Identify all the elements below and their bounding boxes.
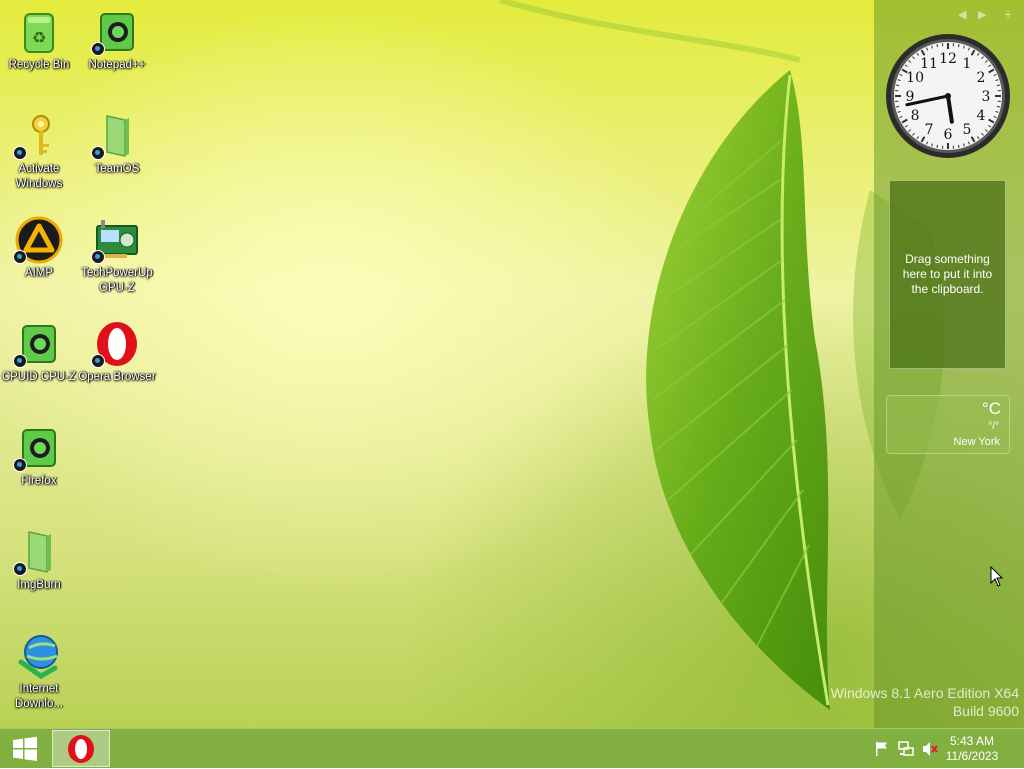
speaker-muted-icon[interactable] xyxy=(922,741,938,757)
sidebar-prev-button[interactable]: ◀ xyxy=(958,8,966,21)
clock-tick xyxy=(958,145,959,148)
desktop-icon-imgburn[interactable]: ImgBurn xyxy=(0,528,78,593)
weather-city: New York xyxy=(954,436,1000,448)
sidebar-add-gadget-button[interactable]: + xyxy=(1004,6,1012,22)
desktop-icon-label: ImgBurn xyxy=(0,578,78,593)
clock-tick xyxy=(997,85,1000,86)
clock-tick xyxy=(937,145,938,148)
opera-icon xyxy=(93,320,141,368)
desktop-icon-label: Activate Windows xyxy=(0,162,78,192)
app-icon xyxy=(15,320,63,368)
clipboard-hint: Drag something here to put it into the c… xyxy=(898,252,998,297)
shortcut-arrow-icon xyxy=(91,42,105,56)
clock-gadget[interactable]: 121234567891011 xyxy=(884,32,1012,160)
start-button[interactable] xyxy=(0,729,50,769)
taskbar-clock[interactable]: 5:43 AM 11/6/2023 xyxy=(942,734,1002,764)
taskbar-date: 11/6/2023 xyxy=(942,749,1002,764)
desktop-icon-internet-download-manager[interactable]: Internet Downlo... xyxy=(0,632,78,712)
desktop-icon-techpowerup-gpu-z[interactable]: TechPowerUp GPU-Z xyxy=(78,216,156,296)
desktop-icon-activate-windows[interactable]: Activate Windows xyxy=(0,112,78,192)
app-icon xyxy=(93,8,141,56)
desktop-icon-label: Internet Downlo... xyxy=(0,682,78,712)
desktop-icon-aimp[interactable]: AIMP xyxy=(0,216,78,281)
clock-number: 12 xyxy=(939,51,957,67)
taskbar-time: 5:43 AM xyxy=(942,734,1002,749)
clipboard-gadget[interactable]: Drag something here to put it into the c… xyxy=(889,180,1006,369)
flag-icon[interactable] xyxy=(875,741,889,757)
clock-number: 10 xyxy=(906,70,924,86)
key-icon xyxy=(15,112,63,160)
shortcut-arrow-icon xyxy=(91,146,105,160)
clock-number: 5 xyxy=(963,122,972,138)
desktop-icon-label: TeamOS xyxy=(78,162,156,177)
shortcut-arrow-icon xyxy=(13,146,27,160)
folder-icon xyxy=(93,112,141,160)
gpu-card-icon xyxy=(93,216,141,264)
desktop-icon-label: Recycle Bin xyxy=(0,58,78,73)
clock-number: 1 xyxy=(963,56,972,72)
desktop-icon-label: Firefox xyxy=(0,474,78,489)
desktop-icon-label: Notepad++ xyxy=(78,58,156,73)
clock-tick xyxy=(937,44,938,47)
app-icon xyxy=(15,424,63,472)
opera-icon xyxy=(66,734,96,764)
svg-text:♻: ♻ xyxy=(32,28,46,47)
taskbar-opera-button[interactable] xyxy=(52,730,110,767)
folder-icon xyxy=(15,528,63,576)
shortcut-arrow-icon xyxy=(13,250,27,264)
clock-number: 6 xyxy=(944,127,953,143)
os-watermark: Windows 8.1 Aero Edition X64 Build 9600 xyxy=(831,684,1019,720)
desktop[interactable]: ♻ Recycle Bin Notepad++ Activate Windows… xyxy=(0,0,1024,728)
weather-range: °/° xyxy=(988,421,999,432)
windows-logo-icon xyxy=(12,736,38,762)
clock-tick xyxy=(997,106,1000,107)
taskbar: 5:43 AM 11/6/2023 xyxy=(0,728,1024,768)
sidebar-next-button[interactable]: ▶ xyxy=(978,8,986,21)
watermark-edition: Windows 8.1 Aero Edition X64 xyxy=(831,684,1019,702)
desktop-icon-notepad-plus-plus[interactable]: Notepad++ xyxy=(78,8,156,73)
shortcut-arrow-icon xyxy=(13,458,27,472)
shortcut-arrow-icon xyxy=(13,354,27,368)
shortcut-arrow-icon xyxy=(13,562,27,576)
watermark-build: Build 9600 xyxy=(831,702,1019,720)
clock-number: 4 xyxy=(976,108,985,124)
clock-number: 11 xyxy=(920,56,938,72)
network-icon[interactable] xyxy=(898,741,914,757)
desktop-icon-recycle-bin[interactable]: ♻ Recycle Bin xyxy=(0,8,78,73)
clock-number: 8 xyxy=(911,108,920,124)
clock-number: 7 xyxy=(925,122,934,138)
shortcut-arrow-icon xyxy=(91,250,105,264)
clock-number: 3 xyxy=(982,89,991,105)
desktop-icon-opera-browser[interactable]: Opera Browser xyxy=(78,320,156,385)
desktop-icon-label: CPUID CPU-Z xyxy=(0,370,78,385)
desktop-icon-label: AIMP xyxy=(0,266,78,281)
mouse-cursor-icon xyxy=(990,566,1004,588)
clock-number: 2 xyxy=(976,70,985,86)
clock-tick xyxy=(958,44,959,47)
desktop-icon-label: TechPowerUp GPU-Z xyxy=(78,266,156,296)
clock-tick xyxy=(896,106,899,107)
aimp-icon xyxy=(15,216,63,264)
weather-gadget[interactable]: °C °/° New York xyxy=(886,395,1010,454)
shortcut-arrow-icon xyxy=(91,354,105,368)
recycle-bin-icon: ♻ xyxy=(15,8,63,56)
desktop-icon-cpuid-cpu-z[interactable]: CPUID CPU-Z xyxy=(0,320,78,385)
desktop-icon-teamos[interactable]: TeamOS xyxy=(78,112,156,177)
desktop-icon-label: Opera Browser xyxy=(78,370,156,385)
weather-temperature: °C xyxy=(982,399,1001,419)
globe-download-icon xyxy=(15,632,63,680)
desktop-icon-firefox[interactable]: Firefox xyxy=(0,424,78,489)
clock-tick xyxy=(896,85,899,86)
